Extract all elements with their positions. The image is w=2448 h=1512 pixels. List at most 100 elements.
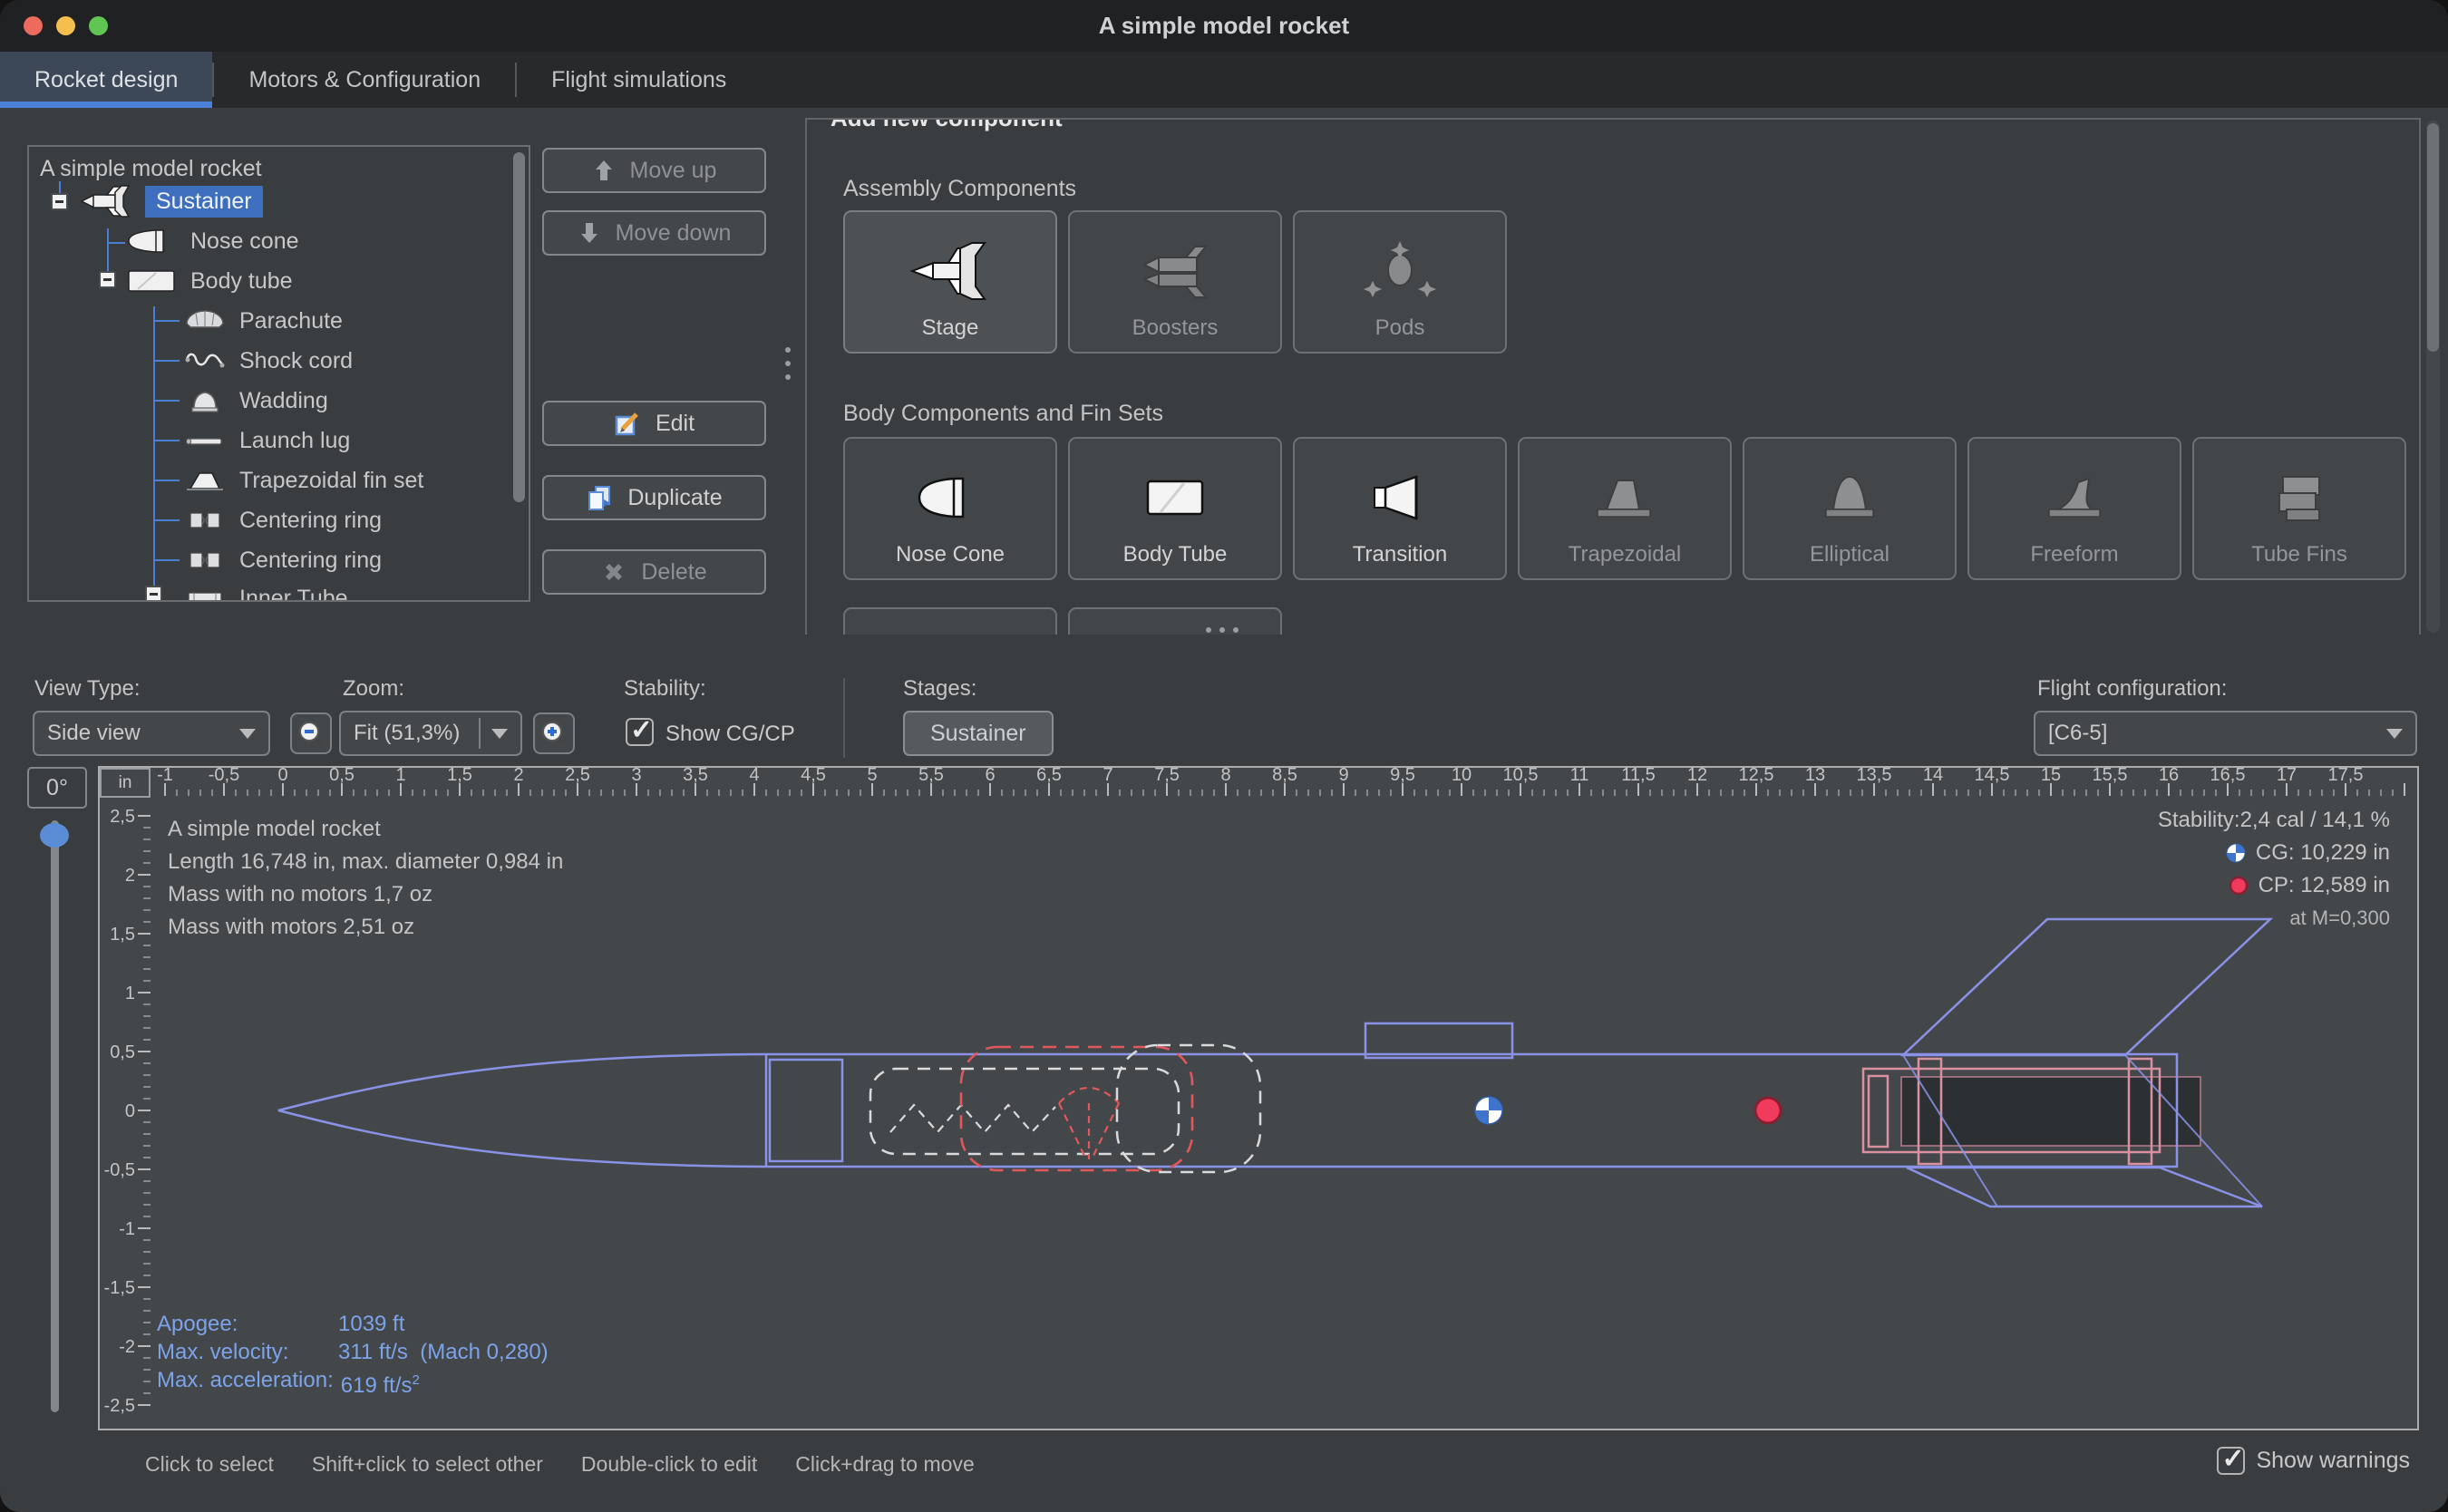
elliptical-fin-icon: [1806, 470, 1893, 526]
svg-text:11,5: 11,5: [1621, 768, 1655, 785]
tree-item-parachute[interactable]: Parachute: [183, 303, 343, 339]
tree-item-launch-lug[interactable]: Launch lug: [183, 422, 350, 459]
scrollbar-thumb[interactable]: [2427, 123, 2439, 352]
svg-text:0,5: 0,5: [329, 768, 355, 785]
add-stage-button[interactable]: Stage: [843, 210, 1057, 354]
launch-lug-outline[interactable]: [1365, 1023, 1512, 1058]
zoom-select[interactable]: Fit (51,3%): [339, 711, 522, 756]
view-type-select[interactable]: Side view: [33, 711, 270, 756]
body-tube-outline[interactable]: [278, 1054, 2177, 1167]
rotation-angle-display: 0°: [27, 767, 87, 809]
expand-toggle-icon[interactable]: [99, 271, 116, 288]
tree-item-body-tube[interactable]: Body tube: [125, 263, 293, 299]
section-body-components: Body Components and Fin Sets: [843, 401, 1163, 427]
svg-text:-0,5: -0,5: [104, 1160, 135, 1180]
close-window-button[interactable]: [24, 16, 43, 35]
chevron-down-icon: [239, 729, 256, 739]
add-trapezoidal-fin-button[interactable]: Trapezoidal: [1518, 437, 1732, 580]
add-component-button-partial[interactable]: [1068, 607, 1282, 635]
zoom-out-icon: [297, 720, 325, 747]
stage-sustainer-toggle[interactable]: Sustainer: [903, 711, 1054, 756]
nose-shoulder-outline[interactable]: [770, 1060, 842, 1161]
fin-top[interactable]: [1903, 919, 2270, 1055]
shock-cord-outline[interactable]: [870, 1069, 1179, 1154]
svg-text:5,5: 5,5: [918, 768, 944, 785]
tab-flight-simulations[interactable]: Flight simulations: [517, 52, 761, 108]
parachute-outline[interactable]: [961, 1047, 1192, 1170]
svg-text:16: 16: [2159, 768, 2179, 785]
tree-item-shock-cord[interactable]: Shock cord: [183, 343, 353, 379]
move-up-button[interactable]: Move up: [542, 148, 766, 193]
tree-item-sustainer[interactable]: Sustainer: [80, 183, 263, 219]
zoom-out-button[interactable]: [290, 712, 332, 754]
tree-guide: [107, 228, 109, 271]
add-component-panel: Add new component Assembly Components St…: [805, 118, 2421, 635]
cp-legend-icon: [2228, 875, 2249, 897]
edit-button[interactable]: Edit: [542, 401, 766, 446]
svg-text:-1,5: -1,5: [104, 1278, 135, 1298]
interaction-hints: Click to select Shift+click to select ot…: [145, 1452, 975, 1477]
add-nose-cone-button[interactable]: Nose Cone: [843, 437, 1057, 580]
svg-text:-0,5: -0,5: [209, 768, 239, 785]
tree-item-centering-ring-2[interactable]: Centering ring: [183, 542, 382, 578]
show-warnings-checkbox[interactable]: ✓: [2217, 1447, 2245, 1475]
tree-item-trapezoidal-fin-set[interactable]: Trapezoidal fin set: [183, 462, 423, 499]
minimize-window-button[interactable]: [56, 16, 75, 35]
horizontal-ruler: -1-0,500,511,522,533,544,555,566,577,588…: [157, 768, 2404, 796]
tab-rocket-design[interactable]: Rocket design: [0, 52, 212, 108]
tree-item-inner-tube[interactable]: Inner Tube: [183, 580, 348, 602]
centering-ring-icon: [183, 547, 227, 574]
chevron-down-icon: [491, 729, 508, 739]
delete-button[interactable]: Delete: [542, 549, 766, 595]
show-warnings-control: ✓ Show warnings: [2217, 1447, 2410, 1475]
svg-text:10: 10: [1452, 768, 1472, 785]
move-down-button[interactable]: Move down: [542, 210, 766, 256]
zoom-in-button[interactable]: [533, 712, 575, 754]
titlebar: A simple model rocket: [0, 0, 2448, 52]
tree-scrollbar[interactable]: [513, 152, 525, 502]
motor-c6-5[interactable]: [1901, 1077, 2200, 1146]
svg-text:1,5: 1,5: [110, 925, 135, 945]
engine-block-outline[interactable]: [1869, 1076, 1888, 1147]
add-transition-button[interactable]: Transition: [1293, 437, 1507, 580]
zoom-window-button[interactable]: [89, 16, 108, 35]
tree-item-nose-cone[interactable]: Nose cone: [125, 223, 299, 259]
rotation-slider-thumb[interactable]: [40, 823, 69, 848]
expand-toggle-icon[interactable]: [51, 193, 68, 210]
svg-text:1: 1: [395, 768, 405, 785]
svg-text:11: 11: [1570, 768, 1589, 785]
wadding-outline[interactable]: [1117, 1045, 1260, 1172]
show-warnings-label: Show warnings: [2256, 1448, 2410, 1474]
rotation-slider-track[interactable]: [51, 820, 59, 1412]
tree-item-root[interactable]: A simple model rocket: [40, 150, 262, 187]
add-freeform-fin-button[interactable]: Freeform: [1967, 437, 2181, 580]
nose-cone-icon: [125, 228, 178, 255]
shock-cord-zigzag[interactable]: [890, 1105, 1055, 1132]
add-panel-scrollbar[interactable]: [2426, 121, 2440, 633]
flight-configuration-select[interactable]: [C6-5]: [2034, 711, 2417, 756]
duplicate-button[interactable]: Duplicate: [542, 475, 766, 520]
add-body-tube-button[interactable]: Body Tube: [1068, 437, 1282, 580]
svg-text:3: 3: [631, 768, 641, 785]
tree-item-wadding[interactable]: Wadding: [183, 383, 328, 419]
add-boosters-button[interactable]: Boosters: [1068, 210, 1282, 354]
add-elliptical-fin-button[interactable]: Elliptical: [1743, 437, 1957, 580]
expand-toggle-icon[interactable]: [145, 586, 162, 602]
show-cgcp-checkbox[interactable]: ✓: [626, 718, 654, 746]
add-component-button-partial[interactable]: [843, 607, 1057, 635]
vertical-ruler: -2,5-2-1,5-1-0,500,511,522,5: [104, 807, 151, 1416]
panel-splitter-handle[interactable]: [785, 347, 791, 380]
svg-text:1,5: 1,5: [447, 768, 472, 785]
duplicate-icon: [586, 484, 613, 511]
rocket-canvas[interactable]: in -1-0,500,511,522,533,544,555,566,577,…: [98, 766, 2419, 1430]
fin-bottom[interactable]: [1907, 1168, 2262, 1207]
horizontal-splitter-handle[interactable]: [1206, 627, 1239, 633]
window-title: A simple model rocket: [1099, 12, 1349, 40]
rocket-stage-icon: [80, 185, 132, 218]
inner-tube-icon: [183, 585, 227, 602]
tree-item-centering-ring-1[interactable]: Centering ring: [183, 502, 382, 538]
tree-guide: [154, 400, 180, 402]
tab-motors-configuration[interactable]: Motors & Configuration: [214, 52, 515, 108]
add-pods-button[interactable]: Pods: [1293, 210, 1507, 354]
add-tube-fins-button[interactable]: Tube Fins: [2192, 437, 2406, 580]
